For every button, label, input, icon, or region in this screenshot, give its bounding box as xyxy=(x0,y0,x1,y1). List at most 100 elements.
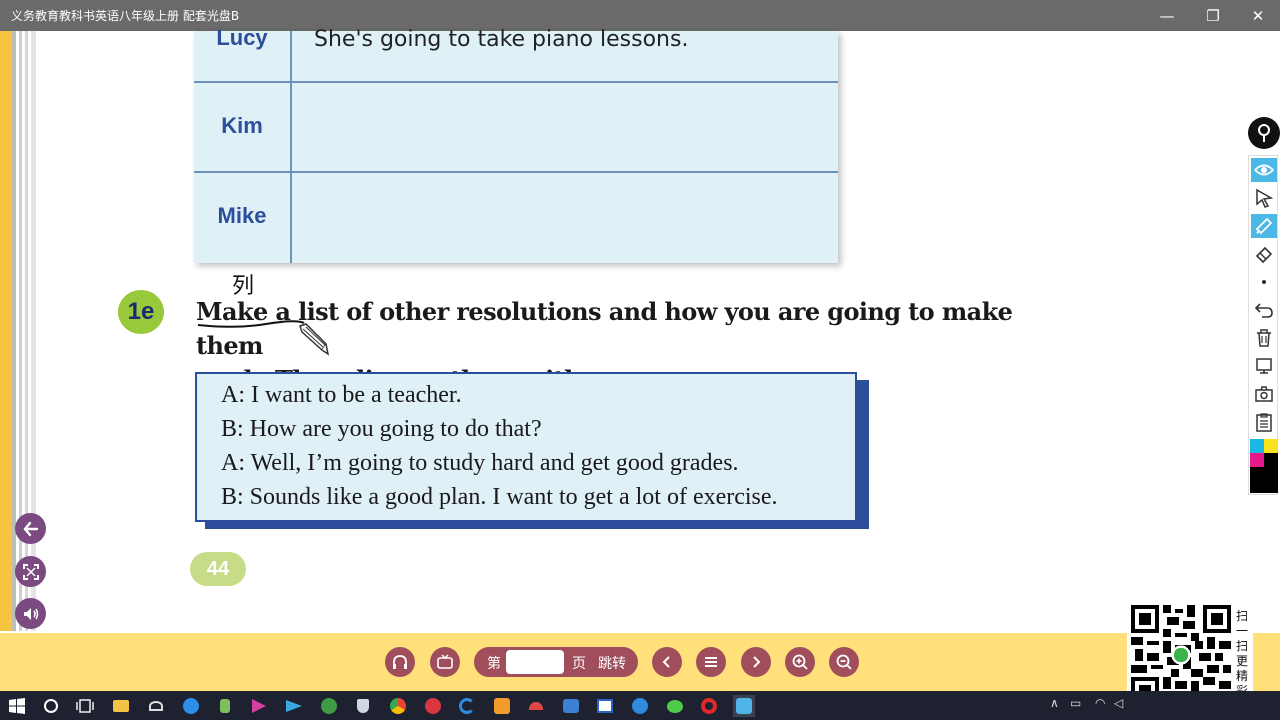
windows-logo-icon xyxy=(9,698,25,714)
window-title: 义务教育教科书英语八年级上册 配套光盘B xyxy=(11,9,240,23)
pen-cursor-icon xyxy=(299,323,330,356)
table-row-text: She's going to take piano lessons. xyxy=(314,27,689,52)
taskbar-app[interactable] xyxy=(560,695,582,717)
tray-chevron-icon[interactable]: ∧ xyxy=(1050,696,1059,710)
fullscreen-button[interactable] xyxy=(15,556,46,587)
screenshot-button[interactable] xyxy=(1251,382,1277,406)
view-tool-button[interactable] xyxy=(1251,158,1277,182)
taskbar-app[interactable] xyxy=(248,695,270,717)
restore-button[interactable]: ❐ xyxy=(1190,0,1236,31)
taskbar-app[interactable] xyxy=(594,695,616,717)
shield-icon xyxy=(357,699,369,713)
app-icon xyxy=(252,699,266,713)
page-suffix-label: 页 xyxy=(572,656,586,672)
taskbar-app-active[interactable] xyxy=(733,695,755,717)
minimize-icon: — xyxy=(1159,6,1175,25)
notes-button[interactable] xyxy=(1251,410,1277,434)
eye-icon xyxy=(1254,164,1274,176)
tray-battery-icon[interactable]: ▭ xyxy=(1070,696,1081,710)
dialog-box: A: I want to be a teacher. B: How are yo… xyxy=(195,372,857,522)
color-palette[interactable] xyxy=(1250,439,1278,493)
taskbar-app[interactable] xyxy=(110,695,132,717)
back-button[interactable] xyxy=(15,513,46,544)
close-button[interactable]: ✕ xyxy=(1235,0,1280,31)
handwritten-underline xyxy=(197,320,305,328)
folder-icon xyxy=(113,700,129,712)
task-view-button[interactable] xyxy=(74,695,96,717)
camera-icon xyxy=(1255,386,1273,402)
task-view-icon xyxy=(76,699,94,713)
qr-caption: 扫一扫更精彩 xyxy=(1235,609,1248,698)
audio-button[interactable] xyxy=(385,647,415,677)
page-number-input[interactable] xyxy=(506,650,564,674)
taskbar-app[interactable] xyxy=(387,695,409,717)
zoom-in-button[interactable] xyxy=(785,647,815,677)
taskbar-app[interactable] xyxy=(456,695,478,717)
page-number: 44 xyxy=(190,552,246,586)
taskbar-app[interactable] xyxy=(525,695,547,717)
clear-button[interactable] xyxy=(1251,326,1277,350)
taskbar-app[interactable] xyxy=(664,695,686,717)
sound-button[interactable] xyxy=(15,598,46,629)
close-icon: ✕ xyxy=(1251,6,1265,25)
screen-tool-button[interactable] xyxy=(1251,354,1277,378)
undo-button[interactable] xyxy=(1251,298,1277,322)
taskbar-app[interactable] xyxy=(629,695,651,717)
chrome-icon xyxy=(390,698,406,714)
taskbar-app[interactable] xyxy=(422,695,444,717)
color-swatch-magenta[interactable] xyxy=(1250,453,1264,467)
clipboard-icon xyxy=(1256,413,1272,432)
taskbar-app[interactable] xyxy=(145,695,167,717)
pen-tool-button[interactable] xyxy=(1251,214,1277,238)
dialog-line: A: I want to be a teacher. xyxy=(221,382,462,408)
taskbar-app[interactable] xyxy=(491,695,513,717)
dot-size-button[interactable] xyxy=(1251,270,1277,294)
app-icon xyxy=(494,698,510,714)
menu-button[interactable] xyxy=(696,647,726,677)
qr-code-image xyxy=(1131,605,1231,705)
taskbar-app[interactable] xyxy=(352,695,374,717)
globe-icon xyxy=(321,698,337,714)
wechat-icon xyxy=(667,699,683,713)
search-button[interactable] xyxy=(40,695,62,717)
minimize-button[interactable]: — xyxy=(1144,0,1190,31)
resolutions-table: Lucy She's going to take piano lessons. … xyxy=(194,25,838,263)
tray-wifi-icon[interactable]: ◠ xyxy=(1095,696,1105,710)
bottom-control-bar: 第 页 跳转 xyxy=(0,633,1280,691)
app-icon xyxy=(220,699,230,713)
dot-icon xyxy=(1262,280,1266,284)
jump-button[interactable]: 跳转 xyxy=(598,653,626,673)
undo-icon xyxy=(1254,303,1273,318)
taskbar-app[interactable] xyxy=(214,695,236,717)
taskbar-app[interactable] xyxy=(318,695,340,717)
tray-volume-icon[interactable]: ◁ xyxy=(1114,696,1123,710)
speaker-icon xyxy=(23,607,38,620)
select-tool-button[interactable] xyxy=(1251,186,1277,210)
next-page-button[interactable] xyxy=(741,647,771,677)
start-button[interactable] xyxy=(6,695,28,717)
browser-icon xyxy=(183,698,199,714)
pin-button[interactable] xyxy=(1248,117,1280,149)
eraser-tool-button[interactable] xyxy=(1251,242,1277,266)
zoom-out-button[interactable] xyxy=(829,647,859,677)
taskbar-app[interactable] xyxy=(283,695,305,717)
section-badge: 1e xyxy=(118,290,164,334)
table-row-name: Kim xyxy=(221,113,263,138)
previous-page-button[interactable] xyxy=(652,647,682,677)
telegram-icon xyxy=(286,700,302,712)
video-button[interactable] xyxy=(430,647,460,677)
color-swatch-black[interactable] xyxy=(1264,453,1278,467)
cursor-arrow-icon xyxy=(1256,188,1273,208)
zoom-in-icon xyxy=(792,654,808,670)
windows-taskbar: ∧ ▭ ◠ ◁ xyxy=(0,691,1280,720)
pin-icon xyxy=(1258,124,1270,142)
edge-icon xyxy=(459,698,475,714)
color-swatch-cyan[interactable] xyxy=(1250,439,1264,453)
taskbar-app[interactable] xyxy=(698,695,720,717)
app-icon xyxy=(597,699,613,713)
taskbar-app[interactable] xyxy=(180,695,202,717)
chevron-right-icon xyxy=(753,656,761,668)
menu-icon xyxy=(705,657,717,667)
projector-icon xyxy=(1256,358,1272,374)
color-swatch-yellow[interactable] xyxy=(1264,439,1278,453)
